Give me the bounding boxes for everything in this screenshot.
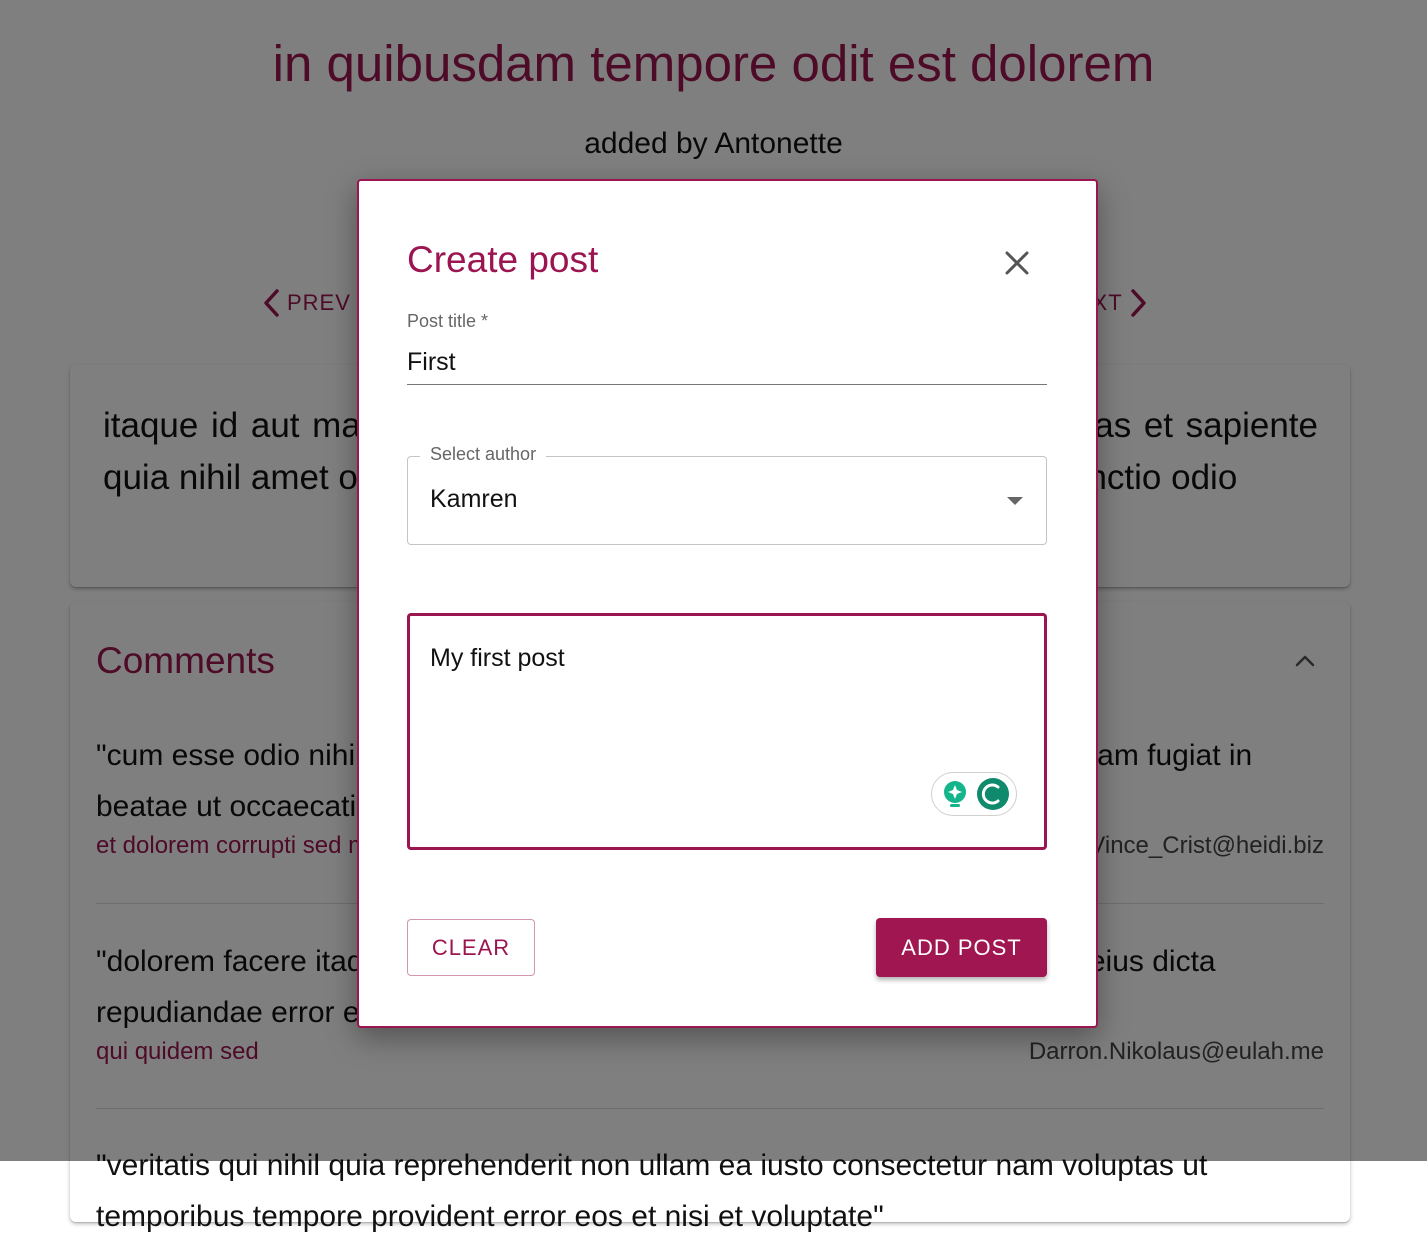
add-post-button[interactable]: ADD POST [876, 918, 1047, 977]
post-content-value: My first post [430, 644, 565, 672]
dialog-title: Create post [407, 239, 599, 280]
grammar-widget[interactable] [931, 772, 1017, 816]
post-content-textarea[interactable]: My first post [407, 613, 1047, 850]
author-select-value: Kamren [430, 485, 518, 513]
caret-down-icon [1005, 494, 1025, 508]
create-post-dialog: Create post Post title * Select author K… [357, 179, 1098, 1028]
clear-button[interactable]: CLEAR [407, 919, 535, 976]
author-select[interactable]: Select author Kamren [407, 444, 1047, 545]
post-title-input[interactable] [407, 341, 1047, 385]
close-icon[interactable] [997, 243, 1037, 283]
post-title-label: Post title * [407, 311, 489, 331]
author-select-label: Select author [420, 444, 547, 465]
lightbulb-icon[interactable] [938, 777, 972, 811]
grammarly-icon[interactable] [976, 777, 1010, 811]
